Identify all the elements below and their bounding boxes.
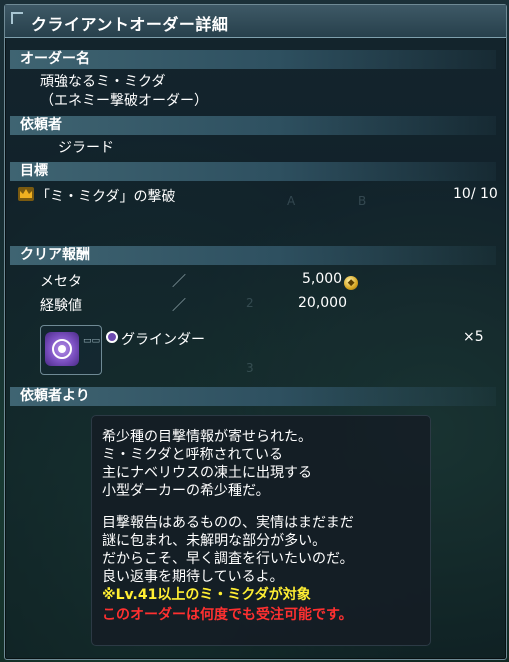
message-line: 小型ダーカーの希少種だ。 <box>102 483 270 499</box>
reward-meseta-sep: ／ <box>172 274 186 290</box>
reward-exp-value: 20,000 <box>298 295 347 311</box>
reward-exp-sep: ／ <box>172 298 186 314</box>
message-note-repeatable: このオーダーは何度でも受注可能です。 <box>102 607 353 623</box>
goal-header: 目標 <box>10 162 496 181</box>
reward-meseta-row: 5,000 ◆ <box>302 271 359 290</box>
reward-meseta-label: メセタ <box>40 274 82 290</box>
bg-marker: B <box>358 194 367 208</box>
reward-item-slot[interactable]: ▭▭ <box>40 325 102 375</box>
title-corner-ornament <box>11 12 23 24</box>
item-tag-icon: ▭▭ <box>83 336 101 346</box>
grinder-small-icon <box>106 331 118 343</box>
reward-meseta-value: 5,000 <box>302 271 343 287</box>
bg-marker: 2 <box>246 296 254 310</box>
client-header: 依頼者 <box>10 116 496 135</box>
message-header: 依頼者より <box>10 387 496 406</box>
bg-marker: A <box>287 194 296 208</box>
window-title: クライアントオーダー詳細 <box>31 15 229 34</box>
client-name: ジラード <box>58 140 114 156</box>
message-line: だからこそ、早く調査を行いたいのだ。 <box>102 551 354 567</box>
message-line: 目撃報告はあるものの、実情はまだまだ <box>102 515 354 531</box>
reward-header: クリア報酬 <box>10 246 496 265</box>
message-line: 良い返事を期待しているよ。 <box>102 569 284 585</box>
order-name-header: オーダー名 <box>10 50 496 69</box>
goal-text: 「ミ・ミクダ」の撃破 <box>36 189 176 205</box>
client-message-box: 希少種の目撃情報が寄せられた。 ミ・ミクダと呼称されている 主にナベリウスの凍土… <box>91 415 431 646</box>
disc-center <box>58 345 66 353</box>
message-note-level: ※Lv.41以上のミ・ミクダが対象 <box>102 587 311 603</box>
order-name-line1: 頑強なるミ・ミクダ <box>40 74 166 90</box>
message-line: 謎に包まれ、未解明な部分が多い。 <box>102 533 327 549</box>
reward-item-name: グラインダー <box>121 332 205 348</box>
meseta-coin-icon: ◆ <box>344 276 359 290</box>
message-line: ミ・ミクダと呼称されている <box>102 447 284 463</box>
grinder-disc-icon <box>45 332 79 366</box>
crown-icon <box>18 187 34 201</box>
goal-progress: 10/ 10 <box>453 186 498 202</box>
message-line: 主にナベリウスの凍土に出現する <box>102 465 312 481</box>
reward-exp-label: 経験値 <box>40 298 82 314</box>
message-line: 希少種の目撃情報が寄せられた。 <box>102 429 312 445</box>
reward-item-qty: ×5 <box>463 329 484 345</box>
window-titlebar: クライアントオーダー詳細 <box>5 5 506 38</box>
bg-marker: 3 <box>246 361 254 375</box>
order-name-line2: （エネミー撃破オーダー） <box>40 93 208 109</box>
